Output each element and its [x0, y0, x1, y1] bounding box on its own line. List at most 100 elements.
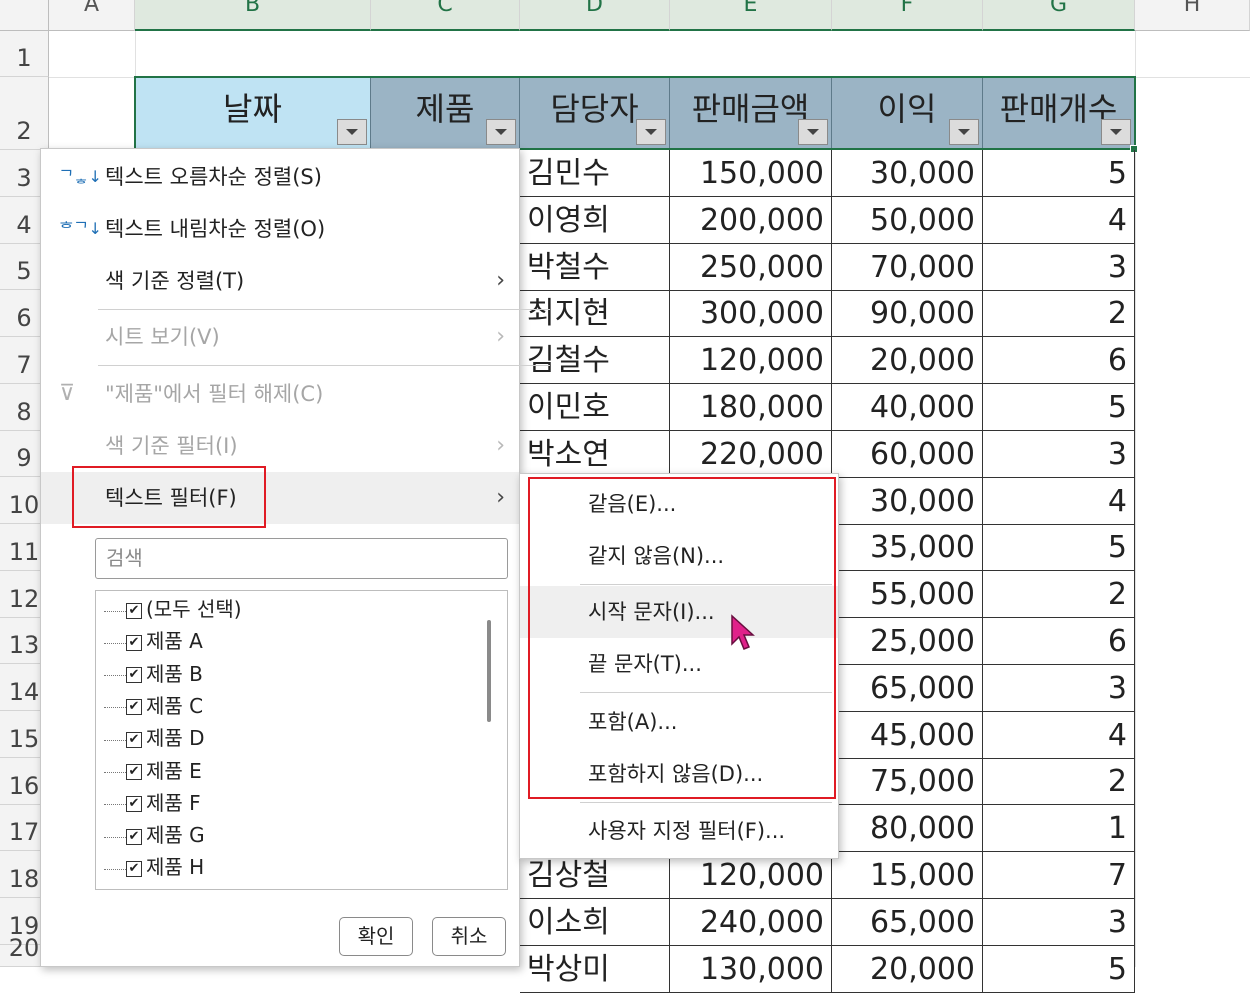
cell-count[interactable]: 3 [983, 664, 1135, 712]
cell-profit[interactable]: 65,000 [832, 898, 983, 946]
checkbox-checked-icon[interactable]: ✔ [126, 667, 142, 684]
cell-count[interactable]: 5 [983, 384, 1135, 431]
col-header-e[interactable]: E [670, 0, 832, 31]
filter-list-item[interactable]: ✔ (모두 선택) [104, 593, 242, 625]
cell-count[interactable]: 5 [983, 524, 1135, 572]
ok-button[interactable]: 확인 [339, 917, 413, 956]
cell-count[interactable]: 3 [983, 898, 1135, 946]
cell-count[interactable]: 4 [983, 711, 1135, 759]
cell-count[interactable]: 6 [983, 337, 1135, 385]
cell-profit[interactable]: 30,000 [832, 150, 983, 197]
row-header[interactable]: 1 [0, 31, 49, 77]
cell-person[interactable]: 김상철 [520, 852, 670, 899]
col-header-g[interactable]: G [983, 0, 1135, 31]
filter-list-item[interactable]: ✔제품 I [104, 884, 195, 889]
select-all-corner[interactable] [0, 0, 49, 31]
sort-by-color-label: 색 기준 정렬(T) [105, 269, 245, 293]
cell-amount[interactable]: 130,000 [670, 945, 832, 993]
cell-count[interactable]: 6 [983, 618, 1135, 665]
checkbox-checked-icon[interactable]: ✔ [126, 828, 142, 845]
cell-profit[interactable]: 30,000 [832, 477, 983, 525]
filter-by-color-item: 색 기준 필터(I) › [41, 420, 519, 472]
col-header-h[interactable]: H [1135, 0, 1250, 31]
cell-amount[interactable]: 120,000 [670, 337, 832, 385]
cell-person[interactable]: 박철수 [520, 243, 670, 291]
cell-profit[interactable]: 45,000 [832, 711, 983, 759]
cell-amount[interactable]: 120,000 [670, 852, 832, 899]
cell-profit[interactable]: 65,000 [832, 664, 983, 712]
cell-count[interactable]: 3 [983, 430, 1135, 478]
cell-profit[interactable]: 80,000 [832, 805, 983, 853]
filter-list-item[interactable]: ✔ 제품 F [104, 787, 201, 819]
cell-amount[interactable]: 250,000 [670, 243, 832, 291]
cell-person[interactable]: 박상미 [520, 945, 670, 993]
cell-amount[interactable]: 300,000 [670, 290, 832, 338]
cell-person[interactable]: 최지현 [520, 290, 670, 338]
checkbox-checked-icon[interactable]: ✔ [126, 634, 142, 651]
col-header-f[interactable]: F [832, 0, 983, 31]
checkbox-checked-icon[interactable]: ✔ [126, 602, 142, 619]
cell-count[interactable]: 3 [983, 243, 1135, 291]
cell-profit[interactable]: 90,000 [832, 290, 983, 338]
cell-person[interactable]: 김철수 [520, 337, 670, 385]
highlight-box [72, 466, 266, 528]
sort-desc-item[interactable]: ᄒᄀ↓ 텍스트 내림차순 정렬(O) [41, 203, 519, 255]
cell-count[interactable]: 4 [983, 477, 1135, 525]
col-header-a[interactable]: A [49, 0, 135, 31]
filter-list-item[interactable]: ✔ 제품 E [104, 755, 202, 787]
custom-filter-item[interactable]: 사용자 지정 필터(F)... [520, 805, 838, 857]
cell-amount[interactable]: 220,000 [670, 430, 832, 478]
cell-profit[interactable]: 20,000 [832, 945, 983, 993]
cell-amount[interactable]: 200,000 [670, 196, 832, 244]
cell-profit[interactable]: 55,000 [832, 571, 983, 619]
checkbox-checked-icon[interactable]: ✔ [126, 699, 142, 716]
cell-person[interactable]: 김민수 [520, 150, 670, 197]
cell-person[interactable]: 박소연 [520, 430, 670, 478]
filter-list-item[interactable]: ✔ 제품 C [104, 690, 203, 722]
mouse-cursor-icon [731, 614, 755, 650]
cell-person[interactable]: 이영희 [520, 196, 670, 244]
col-header-b[interactable]: B [135, 0, 371, 31]
cancel-button[interactable]: 취소 [432, 917, 506, 956]
cell-profit[interactable]: 20,000 [832, 337, 983, 385]
checkbox-checked-icon[interactable]: ✔ [126, 731, 142, 748]
list-scrollbar[interactable] [487, 620, 491, 722]
cell-profit[interactable]: 50,000 [832, 196, 983, 244]
filter-list-item[interactable]: ✔ 제품 G [104, 819, 205, 851]
cell-amount[interactable]: 150,000 [670, 150, 832, 197]
cell-count[interactable]: 5 [983, 945, 1135, 993]
cell-count[interactable]: 2 [983, 758, 1135, 806]
cell-person[interactable]: 이민호 [520, 384, 670, 431]
cell-profit[interactable]: 15,000 [832, 852, 983, 899]
clear-filter-item: ⊽ "제품"에서 필터 해제(C) [41, 368, 519, 420]
cell-amount[interactable]: 240,000 [670, 898, 832, 946]
filter-by-color-label: 색 기준 필터(I) [105, 434, 238, 458]
cell-profit[interactable]: 25,000 [832, 618, 983, 665]
checkbox-checked-icon[interactable]: ✔ [126, 764, 142, 780]
filter-list-item[interactable]: ✔ 제품 H [104, 851, 204, 883]
checkbox-checked-icon[interactable]: ✔ [126, 860, 142, 877]
row-header[interactable]: 2 [0, 77, 49, 150]
filter-list-item[interactable]: ✔ 제품 B [104, 658, 203, 690]
cell-count[interactable]: 2 [983, 290, 1135, 338]
cell-count[interactable]: 5 [983, 150, 1135, 197]
cell-count[interactable]: 1 [983, 805, 1135, 853]
cell-count[interactable]: 2 [983, 571, 1135, 619]
cell-profit[interactable]: 35,000 [832, 524, 983, 572]
cell-count[interactable]: 7 [983, 852, 1135, 899]
sort-by-color-item[interactable]: 색 기준 정렬(T) › [41, 255, 519, 307]
search-input[interactable]: 검색 [95, 538, 508, 579]
sort-asc-item[interactable]: ᄀᇂ↓ 텍스트 오름차순 정렬(S) [41, 151, 519, 203]
col-header-c[interactable]: C [371, 0, 520, 31]
cell-profit[interactable]: 70,000 [832, 243, 983, 291]
cell-person[interactable]: 이소희 [520, 898, 670, 946]
filter-list-item[interactable]: ✔ 제품 D [104, 722, 205, 754]
col-header-d[interactable]: D [520, 0, 670, 31]
cell-profit[interactable]: 40,000 [832, 384, 983, 431]
checkbox-checked-icon[interactable]: ✔ [126, 796, 142, 813]
cell-amount[interactable]: 180,000 [670, 384, 832, 431]
cell-profit[interactable]: 60,000 [832, 430, 983, 478]
cell-profit[interactable]: 75,000 [832, 758, 983, 806]
filter-list-item[interactable]: ✔ 제품 A [104, 625, 203, 657]
cell-count[interactable]: 4 [983, 196, 1135, 244]
